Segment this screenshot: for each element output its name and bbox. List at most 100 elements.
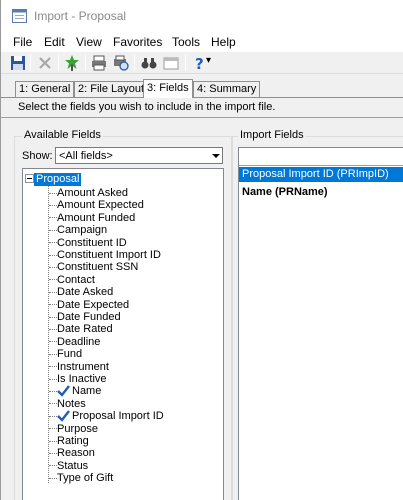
tree-item[interactable]: Date Funded <box>49 311 121 323</box>
tree-connector <box>49 403 57 405</box>
tree-item-label: Is Inactive <box>57 373 107 385</box>
tree-connector <box>49 291 57 293</box>
menu-favorites[interactable]: Favorites <box>113 35 162 49</box>
tree-connector <box>49 217 57 219</box>
properties-icon[interactable] <box>162 54 180 72</box>
tree-item[interactable]: Name <box>49 385 101 397</box>
tree-item-label: Constituent Import ID <box>57 249 161 261</box>
tree-connector <box>49 242 57 244</box>
checkmark-icon <box>57 385 70 398</box>
tree-connector <box>49 353 57 355</box>
toolbar-separator <box>85 55 86 71</box>
title-bar[interactable]: Import - Proposal <box>1 0 403 32</box>
chevron-down-icon[interactable] <box>207 148 222 163</box>
tree-connector <box>49 440 57 442</box>
tab-fields[interactable]: 3: Fields <box>143 79 193 98</box>
tree-item[interactable]: Deadline <box>49 336 100 348</box>
tree-item[interactable]: Status <box>49 460 88 472</box>
available-fields-tree[interactable]: Proposal Amount Asked Amount Expected Amou… <box>22 168 224 500</box>
tab-strip: 1: General 2: File Layout 3: Fields 4: S… <box>1 79 403 98</box>
tree-connector <box>49 304 57 306</box>
tree-item[interactable]: Constituent SSN <box>49 261 138 273</box>
tab-summary[interactable]: 4: Summary <box>193 81 261 97</box>
tree-item[interactable]: Type of Gift <box>49 472 113 484</box>
print-preview-icon[interactable] <box>112 54 130 72</box>
tree-connector <box>49 316 57 318</box>
tree-item-label: Date Expected <box>57 298 130 311</box>
menu-tools[interactable]: Tools <box>172 35 200 49</box>
import-fields-label: Import Fields <box>238 129 306 141</box>
tree-root-proposal[interactable]: Proposal <box>34 173 82 186</box>
tree-item[interactable]: Constituent Import ID <box>49 249 161 261</box>
menu-file[interactable]: File <box>13 35 32 49</box>
tree-connector <box>49 477 57 479</box>
tree-connector <box>49 415 57 417</box>
tree-item-label: Fund <box>57 348 83 361</box>
run-icon[interactable] <box>63 54 81 72</box>
tree-item[interactable]: Notes <box>49 398 86 410</box>
tree-connector <box>49 465 57 467</box>
tree-item[interactable]: Rating <box>49 435 89 447</box>
toolbar-separator <box>30 55 31 71</box>
tree-item[interactable]: Instrument <box>49 361 109 373</box>
import-fields-header <box>239 148 403 166</box>
tree-connector <box>49 204 57 206</box>
tab-file-layout[interactable]: 2: File Layout <box>74 81 149 97</box>
tree-item-label: Notes <box>57 397 86 410</box>
tree-item[interactable]: Is Inactive <box>49 373 107 385</box>
tree-item[interactable]: Date Rated <box>49 323 113 335</box>
tree-item[interactable]: Amount Funded <box>49 212 135 224</box>
tree-connector <box>49 266 57 268</box>
tree-item-label: Constituent SSN <box>57 261 139 274</box>
menu-view[interactable]: View <box>76 35 102 49</box>
import-fields-list[interactable]: Proposal Import ID (PRImpID) Name (PRName… <box>238 147 403 500</box>
menu-help[interactable]: Help <box>211 35 236 49</box>
window-title: Import - Proposal <box>34 9 127 23</box>
tree-item-label: Campaign <box>57 224 108 237</box>
tree-item[interactable]: Campaign <box>49 224 107 236</box>
toolbar-separator <box>134 55 135 71</box>
menu-edit[interactable]: Edit <box>44 35 65 49</box>
import-window: Import - Proposal File Edit View Favorit… <box>0 0 403 500</box>
tree-item-label: Date Rated <box>57 323 113 336</box>
tree-connector <box>49 254 57 256</box>
import-field-row[interactable]: Name (PRName) <box>239 185 403 200</box>
header-divider <box>1 117 403 118</box>
toolbar: ? ▾ <box>1 52 403 74</box>
tree-item[interactable]: Amount Expected <box>49 199 144 211</box>
help-dropdown-arrow[interactable]: ▾ <box>206 55 211 66</box>
show-filter-value: <All fields> <box>59 150 113 162</box>
tree-item[interactable]: Fund <box>49 348 82 360</box>
tree-connector <box>49 452 57 454</box>
tree-item-label: Amount Funded <box>57 211 136 224</box>
tree-item-label: Proposal Import ID <box>72 410 164 423</box>
tree-item-label: Instrument <box>57 360 109 373</box>
collapse-icon[interactable] <box>25 174 34 183</box>
tree-item[interactable]: Contact <box>49 274 95 286</box>
tree-item-label: Constituent ID <box>57 236 127 249</box>
tree-item-label: Date Funded <box>57 311 121 323</box>
find-icon[interactable] <box>140 54 158 72</box>
tree-connector <box>49 341 57 343</box>
menu-bar: File Edit View Favorites Tools Help <box>1 32 403 52</box>
tree-item[interactable]: Date Asked <box>49 286 113 298</box>
tree-item[interactable]: Proposal Import ID <box>49 410 164 422</box>
delete-icon[interactable] <box>36 54 54 72</box>
tree-item[interactable]: Reason <box>49 447 95 459</box>
tree-item-label: Purpose <box>57 422 98 435</box>
tree-item[interactable]: Amount Asked <box>49 187 128 199</box>
instructions-text: Select the fields you wish to include in… <box>18 101 276 113</box>
tree-connector <box>49 192 57 194</box>
tree-item[interactable]: Purpose <box>49 423 98 435</box>
tab-general[interactable]: 1: General <box>15 81 75 97</box>
show-filter-select[interactable]: <All fields> <box>55 147 223 164</box>
tree-item-label: Amount Expected <box>57 199 144 212</box>
tree-item[interactable]: Date Expected <box>49 299 129 311</box>
toolbar-separator <box>185 55 186 71</box>
tree-connector <box>49 279 57 281</box>
import-field-row[interactable]: Proposal Import ID (PRImpID) <box>239 167 403 182</box>
tree-item[interactable]: Constituent ID <box>49 237 127 249</box>
save-icon[interactable] <box>9 54 27 72</box>
print-icon[interactable] <box>90 54 108 72</box>
tree-item-label: Name <box>72 385 102 398</box>
